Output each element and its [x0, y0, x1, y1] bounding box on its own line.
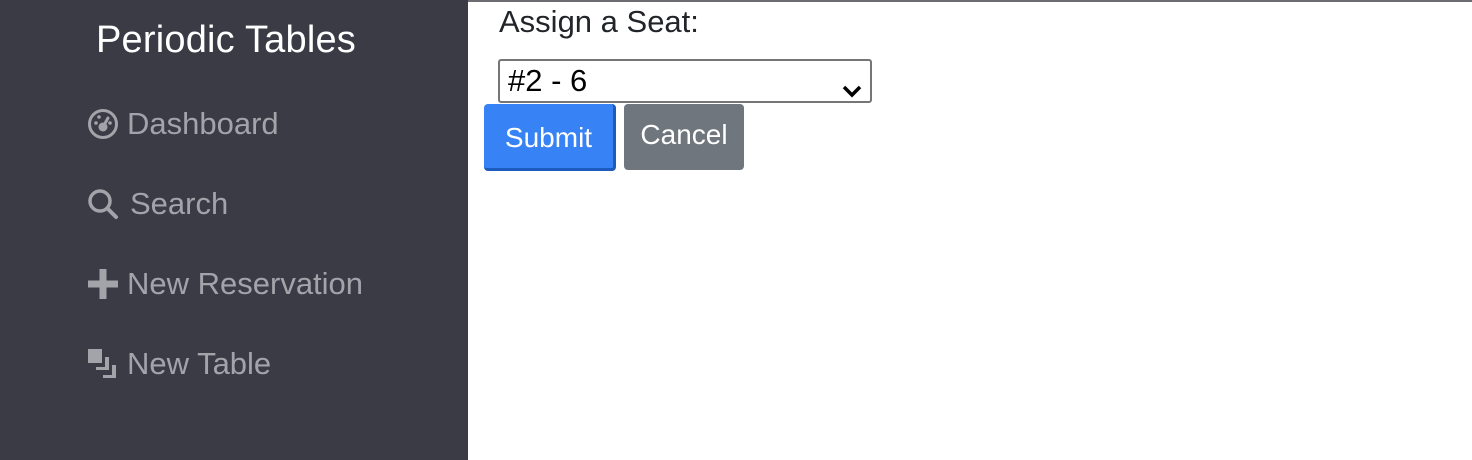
nav-label-dashboard: Dashboard — [127, 106, 279, 141]
layers-icon — [86, 347, 120, 381]
app: Periodic Tables Dashboard Search New Res… — [0, 0, 1472, 460]
nav-label-search: Search — [130, 186, 229, 221]
nav-item-search[interactable]: Search — [86, 184, 228, 224]
table-select-value: #2 - 6 — [508, 63, 588, 98]
main-content: Assign a Seat: #2 - 6 Submit Cancel — [468, 2, 1472, 460]
cancel-button[interactable]: Cancel — [624, 104, 744, 170]
sidebar: Periodic Tables Dashboard Search New Res… — [0, 0, 468, 460]
nav-item-new-table[interactable]: New Table — [86, 344, 271, 384]
search-icon — [86, 187, 120, 221]
table-select[interactable]: #2 - 6 — [498, 59, 872, 103]
nav-label-new-table: New Table — [127, 346, 272, 381]
submit-button[interactable]: Submit — [484, 104, 616, 171]
nav-item-new-reservation[interactable]: New Reservation — [86, 264, 363, 304]
brand-title[interactable]: Periodic Tables — [96, 19, 356, 62]
dashboard-icon — [86, 107, 120, 141]
plus-icon — [86, 267, 120, 301]
assign-seat-label: Assign a Seat: — [499, 4, 699, 39]
nav-item-dashboard[interactable]: Dashboard — [86, 104, 279, 144]
nav-label-new-reservation: New Reservation — [127, 266, 364, 301]
chevron-down-icon — [842, 72, 862, 98]
